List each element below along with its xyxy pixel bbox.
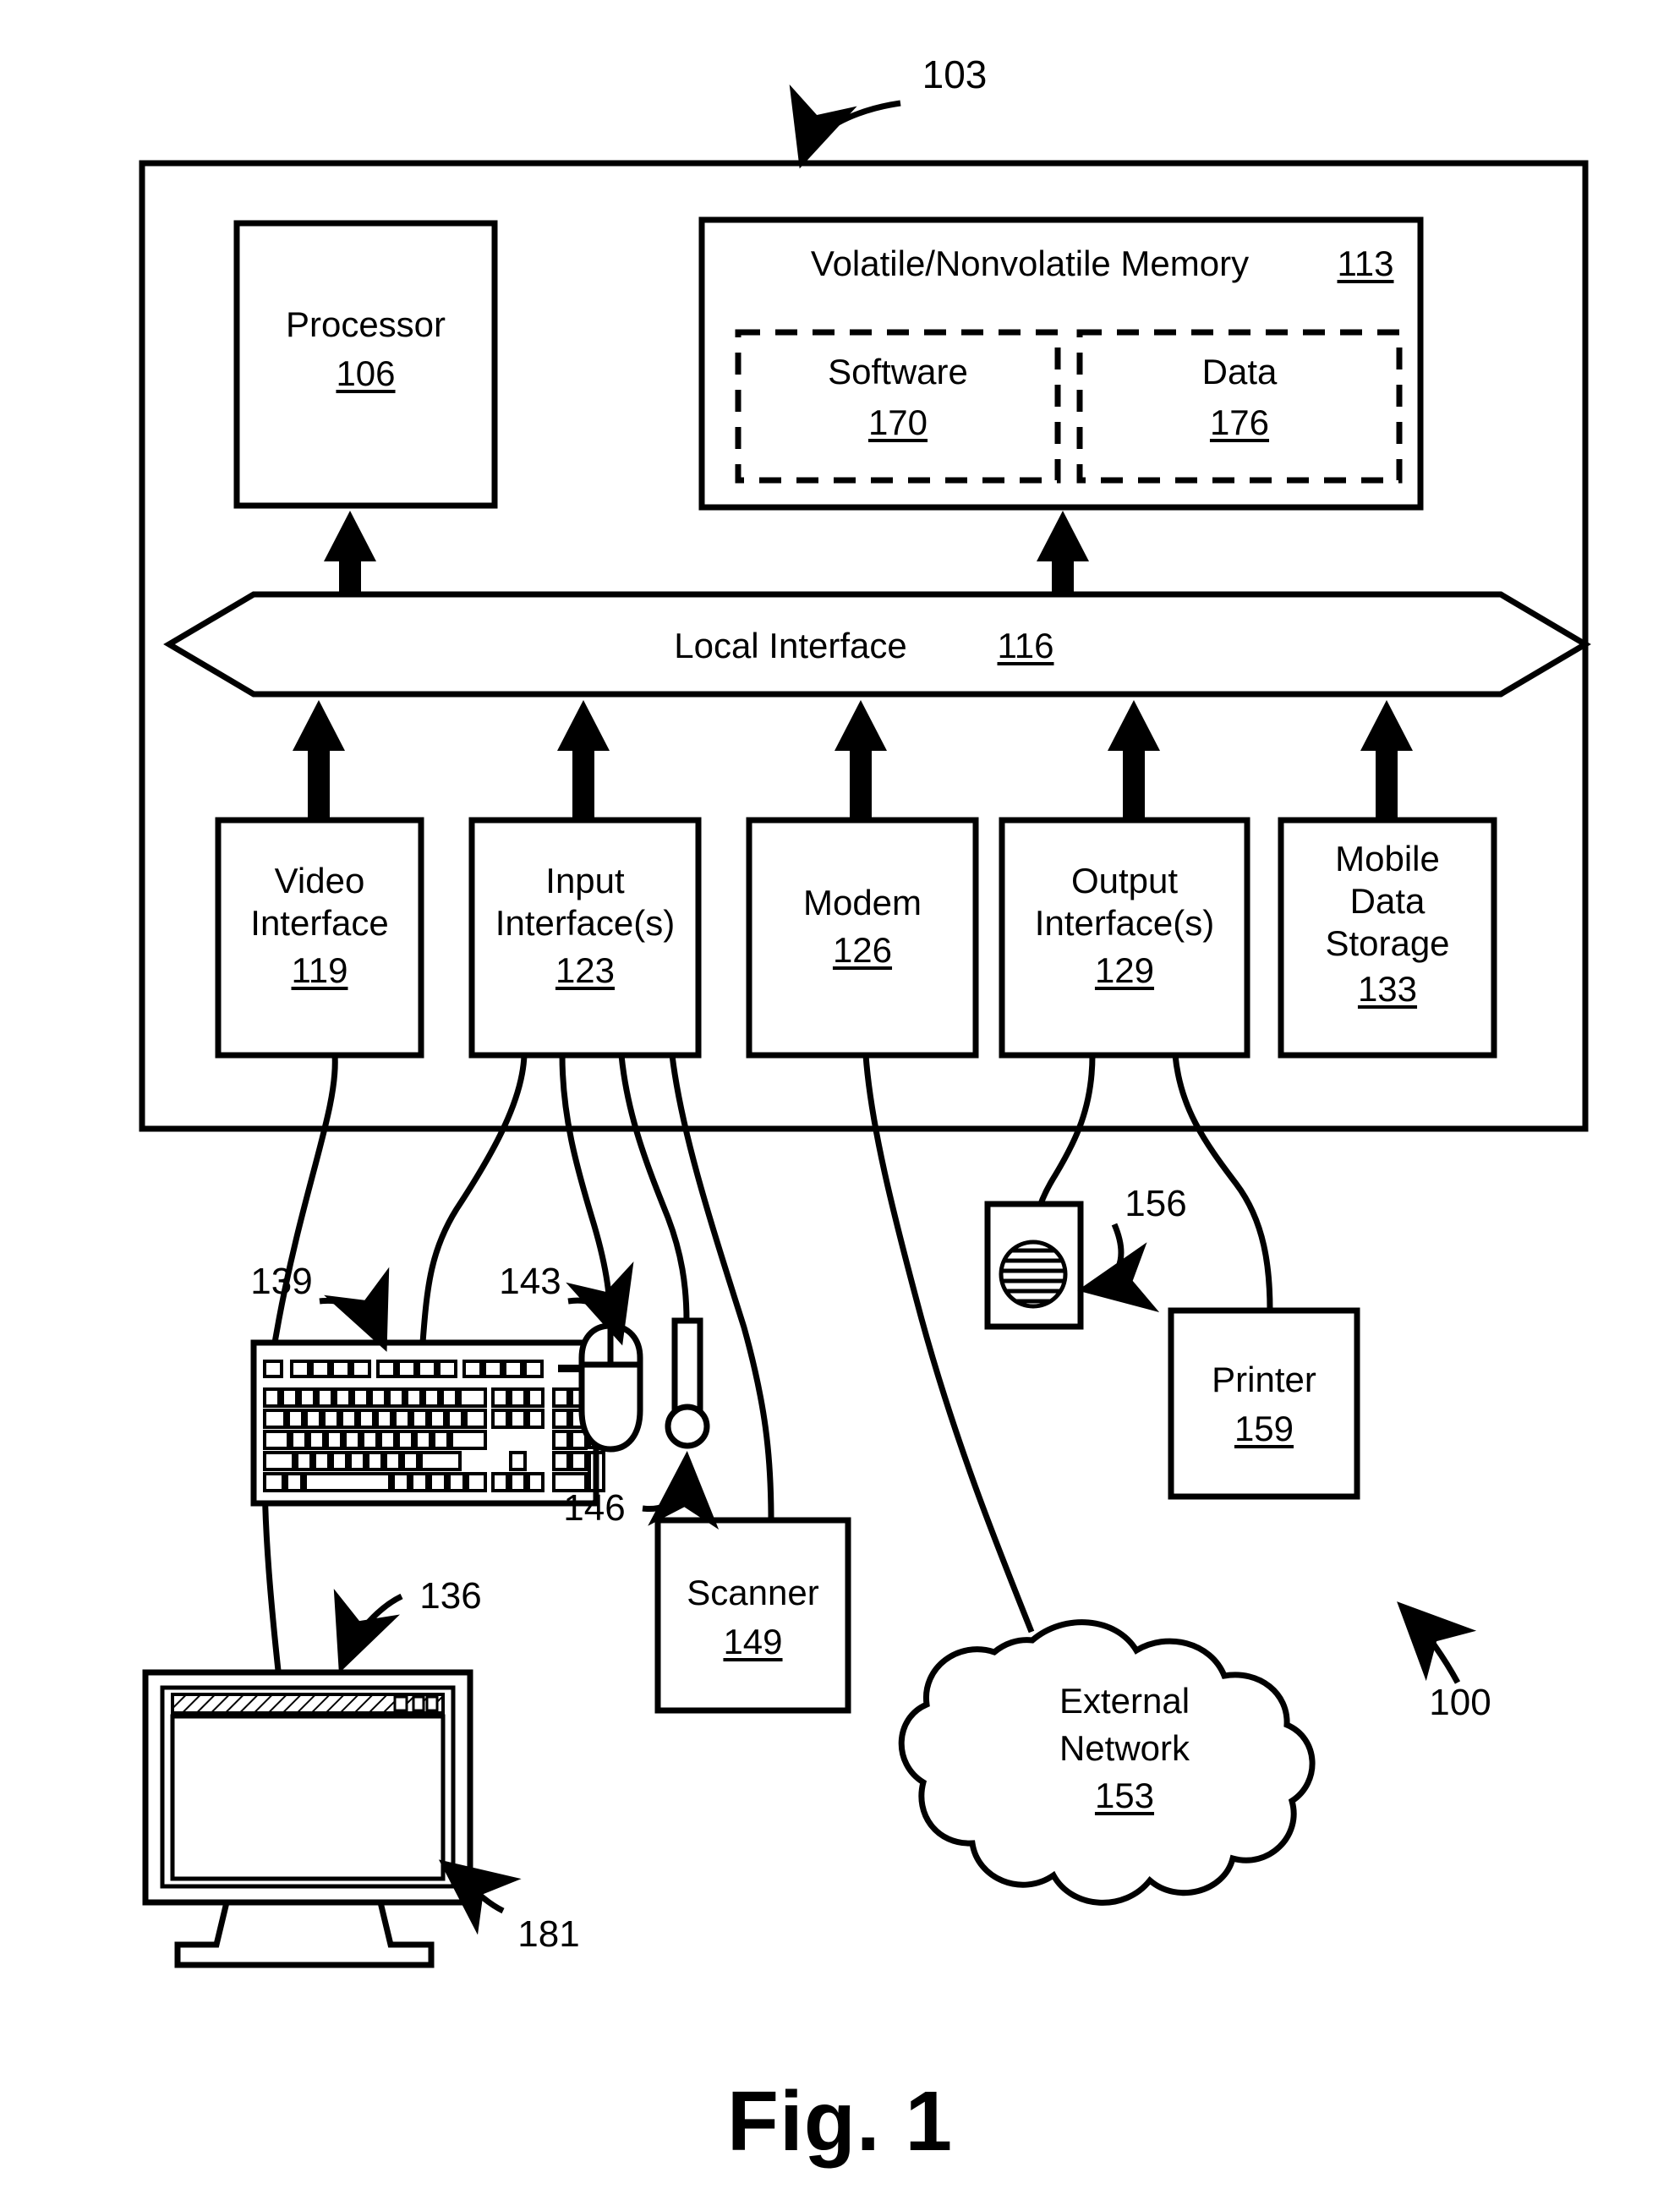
callout-leader-103: [789, 84, 901, 169]
speaker-cone: [999, 1240, 1068, 1309]
speaker-illustration: [984, 1201, 1084, 1330]
video-interface-box: [215, 817, 424, 1059]
processor-box: [233, 220, 498, 509]
mobile-data-storage-box: [1278, 817, 1497, 1059]
scanner-box: [654, 1517, 851, 1714]
leader-136: [333, 1589, 403, 1674]
microphone-illustration: [665, 1317, 710, 1449]
modem-box: [746, 817, 979, 1059]
figure-linework: [139, 84, 1591, 1968]
patent-figure-1: 103 Processor 106 Volatile/Nonvolatile M…: [0, 0, 1680, 2211]
cable-input-to-mouse: [559, 1054, 614, 1327]
cable-input-to-keyboard: [419, 1054, 528, 1344]
cable-output-to-printer: [1172, 1054, 1273, 1311]
leader-156: [1077, 1223, 1160, 1312]
leader-100: [1397, 1601, 1477, 1684]
printer-box: [1168, 1307, 1360, 1500]
input-interface-box: [468, 817, 702, 1059]
monitor-screen: [170, 1714, 446, 1881]
leader-146: [642, 1451, 720, 1530]
figure-caption: Fig. 1: [726, 2074, 954, 2169]
keyboard-illustration: [250, 1339, 605, 1507]
leader-139: [319, 1267, 390, 1352]
cable-modem-to-network: [862, 1054, 1035, 1634]
monitor-illustration: [142, 1669, 473, 1968]
mouse-illustration: [578, 1322, 643, 1453]
local-interface-bus: [163, 591, 1591, 698]
external-network-cloud: [898, 1619, 1316, 1906]
memory-box: [698, 216, 1424, 511]
output-interface-box: [999, 817, 1250, 1059]
